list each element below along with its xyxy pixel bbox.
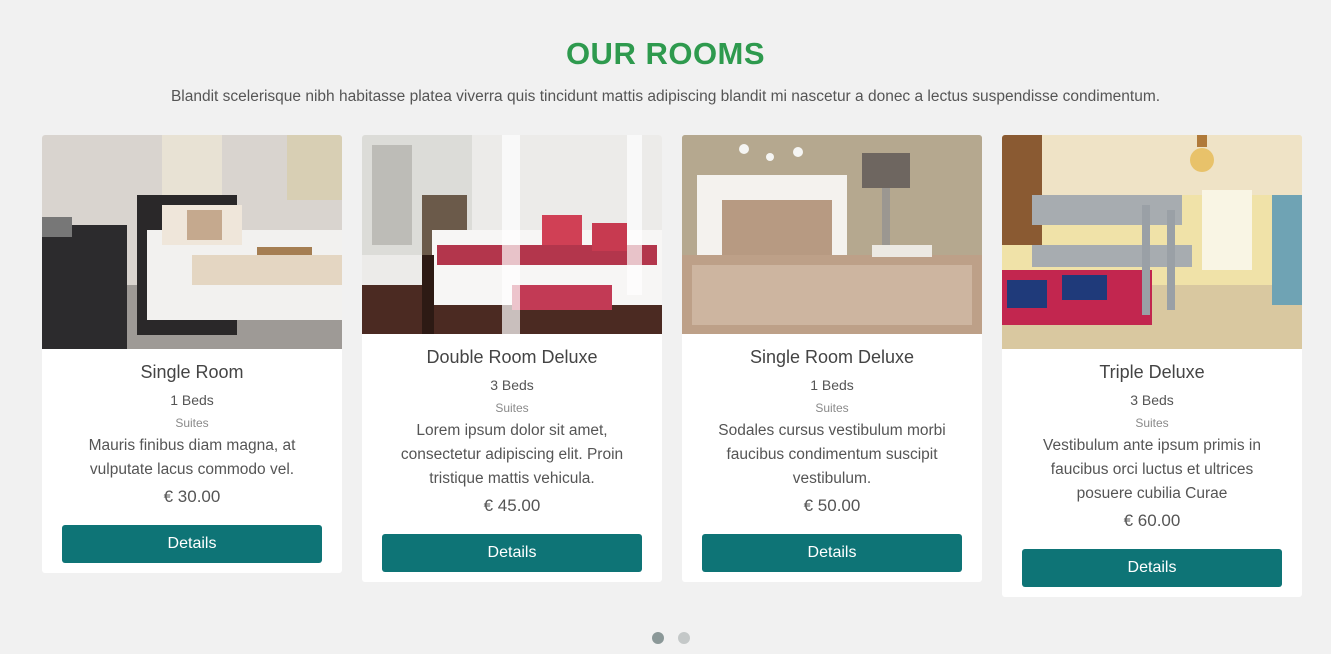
room-card-double-room-deluxe: Double Room Deluxe 3 Beds Suites Lorem i… — [362, 135, 662, 582]
room-beds: 1 Beds — [170, 392, 214, 408]
carousel-dot-2[interactable] — [678, 632, 690, 644]
room-type: Suites — [175, 416, 209, 430]
room-card-single-room-deluxe: Single Room Deluxe 1 Beds Suites Sodales… — [682, 135, 982, 582]
room-name: Double Room Deluxe — [426, 347, 598, 367]
room-description: Sodales cursus vestibulum morbi faucibus… — [718, 422, 946, 487]
room-price: € 60.00 — [1123, 511, 1181, 530]
room-name: Single Room Deluxe — [749, 347, 915, 367]
room-name: Single Room — [140, 362, 244, 382]
room-card-body: Triple Deluxe 3 Beds Suites Vestibulum a… — [1002, 349, 1302, 597]
room-type: Suites — [815, 401, 849, 415]
details-button[interactable]: Details — [702, 534, 962, 572]
room-photo-bunk-beds — [1002, 135, 1302, 349]
room-card-single-room: Single Room 1 Beds Suites Mauris finibus… — [42, 135, 342, 573]
room-description: Mauris finibus diam magna, at vulputate … — [88, 437, 296, 478]
room-beds: 1 Beds — [810, 377, 854, 393]
room-price: € 30.00 — [163, 487, 221, 506]
room-beds: 3 Beds — [1130, 392, 1174, 408]
details-button[interactable]: Details — [382, 534, 642, 572]
room-card-body: Single Room 1 Beds Suites Mauris finibus… — [42, 349, 342, 573]
details-button[interactable]: Details — [1022, 549, 1282, 587]
room-photo-bedroom — [42, 135, 342, 349]
room-photo-floral-bed — [682, 135, 982, 334]
room-name: Triple Deluxe — [1099, 362, 1205, 382]
details-button[interactable]: Details — [62, 525, 322, 563]
room-card-body: Double Room Deluxe 3 Beds Suites Lorem i… — [362, 334, 662, 582]
carousel-pagination — [652, 632, 690, 644]
section-title: OUR ROOMS — [565, 36, 766, 71]
room-card-body: Single Room Deluxe 1 Beds Suites Sodales… — [682, 334, 982, 582]
room-price: € 45.00 — [483, 496, 541, 515]
section-subtitle: Blandit scelerisque nibh habitasse plate… — [170, 88, 1161, 105]
room-type: Suites — [1135, 416, 1169, 430]
carousel-dot-1[interactable] — [652, 632, 664, 644]
room-beds: 3 Beds — [490, 377, 534, 393]
room-type: Suites — [495, 401, 529, 415]
room-photo-canopy-bed — [362, 135, 662, 334]
room-description: Vestibulum ante ipsum primis in faucibus… — [1043, 437, 1261, 502]
room-description: Lorem ipsum dolor sit amet, consectetur … — [400, 422, 624, 487]
room-price: € 50.00 — [803, 496, 861, 515]
room-card-triple-deluxe: Triple Deluxe 3 Beds Suites Vestibulum a… — [1002, 135, 1302, 597]
